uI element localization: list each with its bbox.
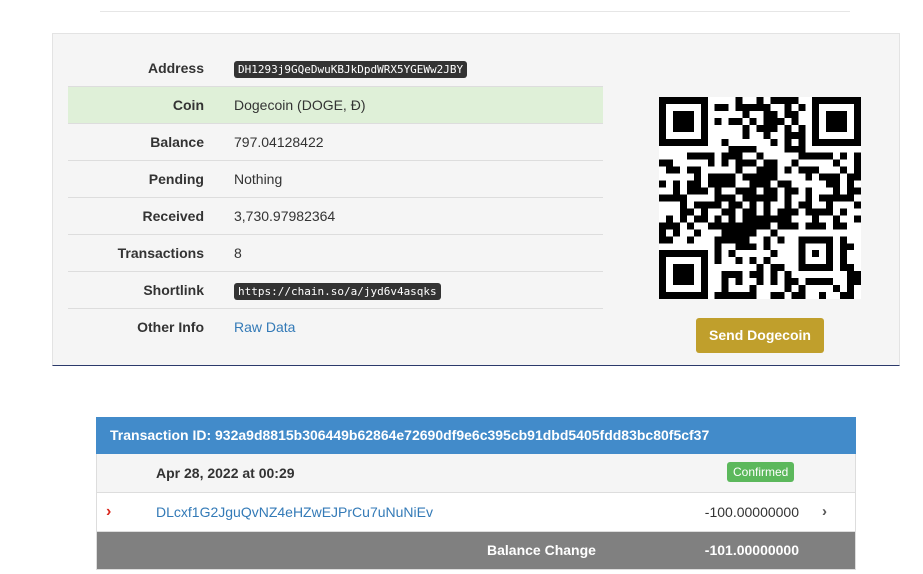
qr-code-icon [659, 97, 861, 299]
address-label: Address [68, 50, 219, 87]
coin-value: Dogecoin (DOGE, Đ) [219, 86, 603, 124]
received-row: Received 3,730.97982364 [68, 197, 603, 235]
input-marker-chevron-icon: › [106, 503, 112, 520]
shortlink-row: Shortlink https://chain.so/a/jyd6v4asqks [68, 271, 603, 309]
address-row: Address DH1293j9GQeDwuKBJkDpdWRX5YGEWw2J… [68, 50, 603, 87]
shortlink-label: Shortlink [68, 271, 219, 309]
input-address-link[interactable]: DLcxf1G2JguQvNZ4eHZwEJPrCu7uNuNiEv [156, 493, 433, 531]
transaction-date: Apr 28, 2022 at 00:29 [156, 465, 295, 481]
transaction-card: Transaction ID: 932a9d8815b306449b62864e… [96, 417, 856, 570]
address-info-table: Address DH1293j9GQeDwuKBJkDpdWRX5YGEWw2J… [68, 50, 603, 345]
balance-change-value: -101.00000000 [704, 542, 799, 558]
other-info-label: Other Info [137, 319, 204, 335]
pending-row: Pending Nothing [68, 160, 603, 198]
transactions-row: Transactions 8 [68, 234, 603, 272]
transaction-date-row: Apr 28, 2022 at 00:29 Confirmed [97, 454, 855, 493]
coin-row: Coin Dogecoin (DOGE, Đ) [68, 86, 603, 124]
details-chevron-icon[interactable]: › [822, 493, 827, 531]
raw-data-link[interactable]: Raw Data [234, 319, 295, 335]
pending-value: Nothing [219, 160, 603, 198]
received-label: Received [68, 197, 219, 235]
transactions-value: 8 [219, 234, 603, 272]
balance-change-row: Balance Change -101.00000000 [97, 532, 855, 569]
balance-change-label: Balance Change [487, 542, 596, 558]
shortlink-value[interactable]: https://chain.so/a/jyd6v4asqks [234, 283, 441, 300]
transaction-id-header[interactable]: Transaction ID: 932a9d8815b306449b62864e… [96, 417, 856, 454]
address-info-panel: Address DH1293j9GQeDwuKBJkDpdWRX5YGEWw2J… [52, 33, 900, 366]
transactions-label: Transactions [68, 234, 219, 272]
confirmed-badge: Confirmed [727, 462, 795, 482]
pending-label: Pending [68, 160, 219, 198]
balance-value: 797.04128422 [219, 123, 603, 161]
coin-label: Coin [68, 86, 219, 124]
balance-row: Balance 797.04128422 [68, 123, 603, 161]
other-info-row: Other Info Raw Data [68, 309, 603, 346]
balance-label: Balance [68, 123, 219, 161]
send-dogecoin-button[interactable]: Send Dogecoin [696, 318, 824, 353]
top-divider [100, 0, 850, 12]
input-amount: -100.00000000 [704, 504, 799, 520]
address-value: DH1293j9GQeDwuKBJkDpdWRX5YGEWw2JBY [234, 61, 468, 78]
received-value: 3,730.97982364 [219, 197, 603, 235]
transaction-input-row: › DLcxf1G2JguQvNZ4eHZwEJPrCu7uNuNiEv -10… [97, 493, 855, 532]
